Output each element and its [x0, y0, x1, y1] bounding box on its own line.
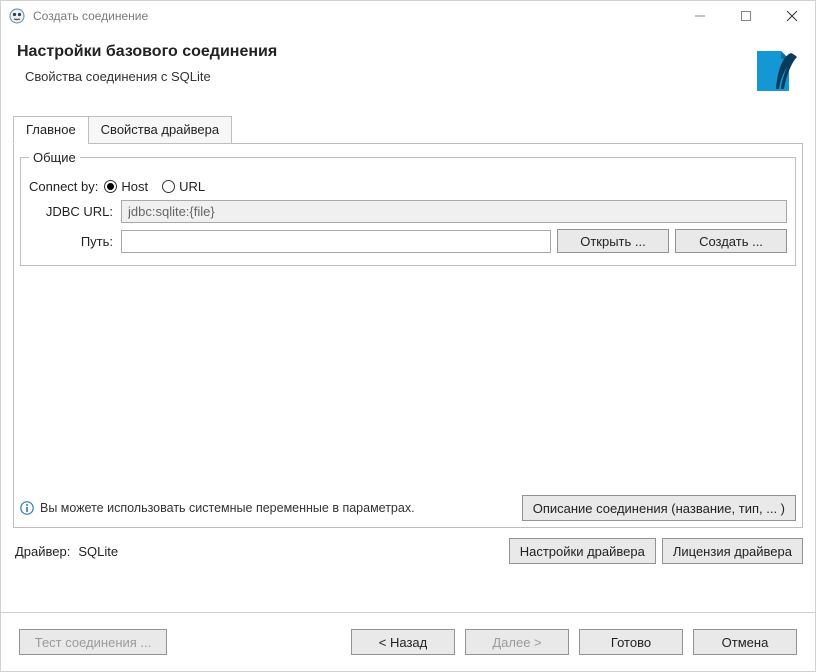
- radio-dot-icon: [162, 180, 175, 193]
- tab-bar: Главное Свойства драйвера: [13, 115, 803, 144]
- tab-panel-main: Общие Connect by: Host URL: [13, 144, 803, 528]
- general-legend: Общие: [29, 150, 80, 165]
- maximize-button[interactable]: [723, 1, 769, 31]
- window-title: Создать соединение: [33, 9, 677, 23]
- cancel-button[interactable]: Отмена: [693, 629, 797, 655]
- panel-spacer: [20, 268, 796, 489]
- connect-by-label: Connect by:: [29, 179, 104, 194]
- close-button[interactable]: [769, 1, 815, 31]
- radio-url[interactable]: URL: [162, 179, 205, 194]
- connection-description-button[interactable]: Описание соединения (название, тип, ... …: [522, 495, 796, 521]
- next-button[interactable]: Далее >: [465, 629, 569, 655]
- driver-license-button[interactable]: Лицензия драйвера: [662, 538, 803, 564]
- hint-text: Вы можете использовать системные перемен…: [40, 501, 516, 515]
- open-button[interactable]: Открыть ...: [557, 229, 669, 253]
- tab-main[interactable]: Главное: [13, 116, 89, 144]
- connect-by-row: Connect by: Host URL: [29, 179, 787, 194]
- jdbc-url-row: JDBC URL:: [29, 200, 787, 223]
- dialog-create-connection: Создать соединение Настройки базового со…: [0, 0, 816, 672]
- tab-driver-properties[interactable]: Свойства драйвера: [88, 116, 232, 144]
- path-row: Путь: Открыть ... Создать ...: [29, 229, 787, 253]
- driver-row: Драйвер: SQLite Настройки драйвера Лицен…: [13, 528, 803, 570]
- driver-value: SQLite: [78, 544, 508, 559]
- driver-settings-button[interactable]: Настройки драйвера: [509, 538, 656, 564]
- general-group: Общие Connect by: Host URL: [20, 150, 796, 266]
- page-subtitle: Свойства соединения с SQLite: [17, 69, 277, 84]
- jdbc-url-field: [121, 200, 787, 223]
- finish-button[interactable]: Готово: [579, 629, 683, 655]
- titlebar: Создать соединение: [1, 1, 815, 31]
- dialog-footer: Тест соединения ... < Назад Далее > Гото…: [1, 613, 815, 671]
- back-button[interactable]: < Назад: [351, 629, 455, 655]
- page-title: Настройки базового соединения: [17, 43, 277, 61]
- app-icon: [9, 8, 25, 24]
- path-field[interactable]: [121, 230, 551, 253]
- jdbc-url-label: JDBC URL:: [29, 204, 121, 219]
- info-icon: [20, 501, 34, 515]
- path-label: Путь:: [29, 234, 121, 249]
- driver-label: Драйвер:: [15, 544, 70, 559]
- header-text: Настройки базового соединения Свойства с…: [17, 43, 277, 84]
- minimize-button[interactable]: [677, 1, 723, 31]
- dialog-body: Главное Свойства драйвера Общие Connect …: [1, 105, 815, 570]
- radio-dot-icon: [104, 180, 117, 193]
- connect-by-radio-group: Host URL: [104, 179, 205, 194]
- radio-host-label: Host: [121, 179, 148, 194]
- hint-row: Вы можете использовать системные перемен…: [20, 495, 796, 521]
- radio-url-label: URL: [179, 179, 205, 194]
- sqlite-feather-icon: [751, 47, 799, 95]
- radio-host[interactable]: Host: [104, 179, 148, 194]
- dialog-header: Настройки базового соединения Свойства с…: [1, 31, 815, 105]
- window-controls: [677, 1, 815, 31]
- create-button[interactable]: Создать ...: [675, 229, 787, 253]
- test-connection-button[interactable]: Тест соединения ...: [19, 629, 167, 655]
